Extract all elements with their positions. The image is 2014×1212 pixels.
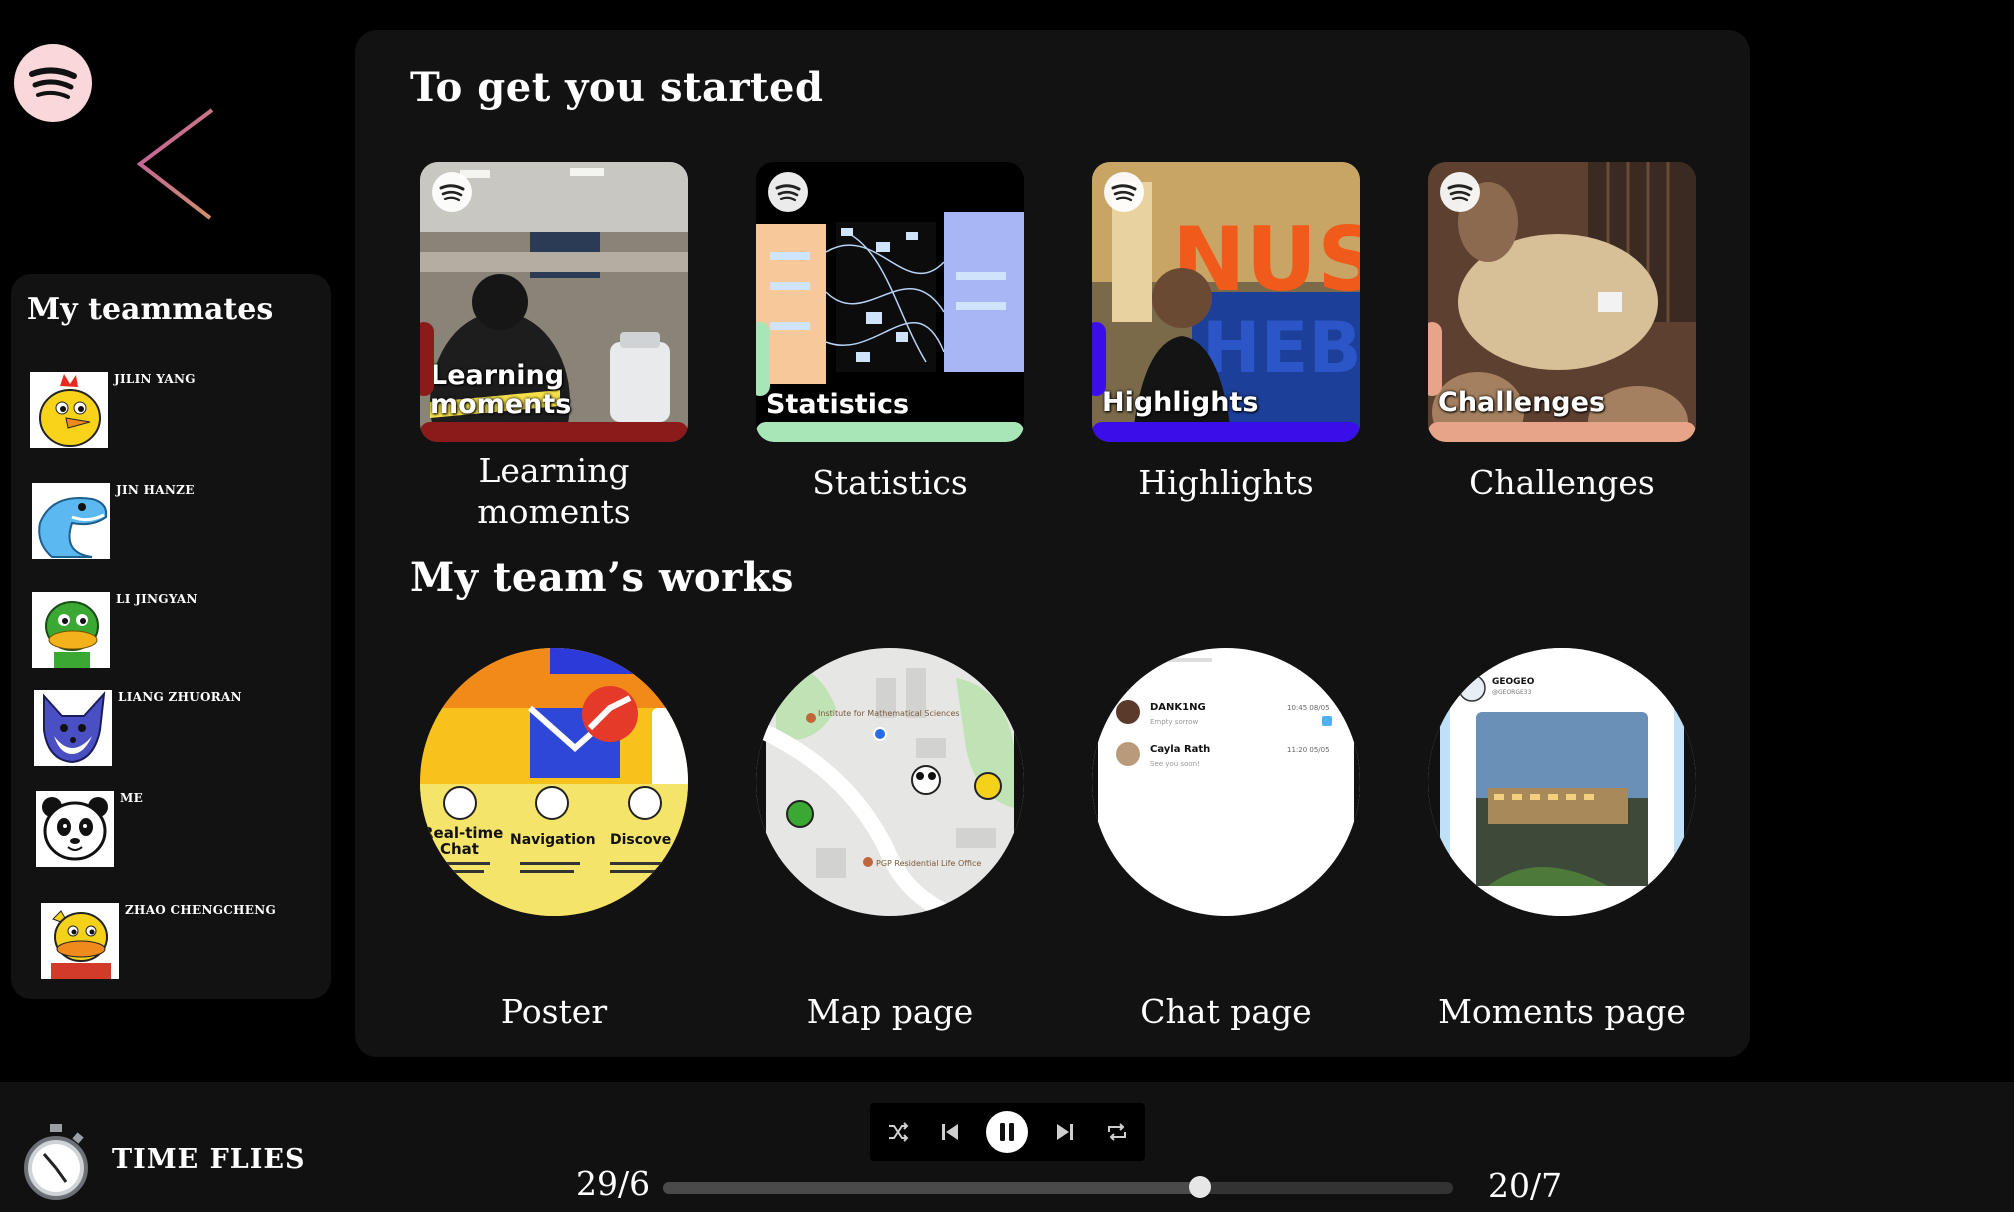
progress-fill — [663, 1182, 1201, 1194]
teammates-panel: My teammates JILIN YANG JIN HANZE LI JIN… — [11, 274, 331, 999]
card-learning-moments[interactable]: Learning moments — [420, 162, 688, 442]
previous-icon — [942, 1124, 958, 1140]
work-caption: Map page — [806, 992, 974, 1031]
progress-track[interactable] — [663, 1176, 1453, 1198]
stopwatch-icon — [22, 1124, 90, 1200]
section-title-team-works: My team’s works — [410, 554, 794, 601]
card-accent-bar — [1092, 422, 1360, 442]
moments-thumbnail: GEOGEO @GEORGE33 — [1428, 648, 1696, 916]
spotify-icon — [432, 172, 472, 212]
card-caption: Highlights — [1138, 463, 1314, 502]
map-label-institute: Institute for Mathematical Sciences — [818, 709, 960, 718]
card-caption: Statistics — [812, 463, 968, 502]
next-button[interactable] — [1045, 1103, 1085, 1161]
card-challenges[interactable]: Challenges — [1428, 162, 1696, 442]
section-title-get-started: To get you started — [410, 64, 824, 111]
chat-user-1: DANK1NG — [1150, 702, 1206, 713]
spotify-icon — [768, 172, 808, 212]
spotify-logo[interactable] — [14, 44, 92, 122]
teammate-name: JILIN YANG — [114, 372, 196, 386]
duck-avatar — [32, 592, 110, 668]
teammate-name: JIN HANZE — [116, 483, 195, 497]
dolphin-avatar — [32, 483, 110, 559]
next-icon — [1057, 1124, 1073, 1140]
card-accent-bar — [420, 422, 688, 442]
spotify-icon — [1104, 172, 1144, 212]
work-caption: Poster — [500, 992, 608, 1031]
card-accent-tab — [1428, 322, 1442, 396]
card-accent-bar — [756, 422, 1024, 442]
player-title: TIME FLIES — [112, 1144, 306, 1175]
playback-controls — [870, 1103, 1145, 1161]
progress-start-label: 29/6 — [576, 1164, 651, 1203]
card-highlights[interactable]: NUS HEB Highlights — [1092, 162, 1360, 442]
card-overlay-label: Highlights — [1102, 387, 1259, 419]
shuffle-icon — [889, 1122, 909, 1142]
chat-msg-1: Empty sorrow — [1150, 718, 1198, 726]
card-overlay-label: Challenges — [1438, 387, 1606, 419]
card-statistics[interactable]: Statistics — [756, 162, 1024, 442]
previous-button[interactable] — [930, 1103, 970, 1161]
teammate-name: LI JINGYAN — [116, 592, 198, 606]
card-overlay-label: Statistics — [766, 389, 910, 421]
chat-user-2: Cayla Rath — [1150, 744, 1210, 755]
repeat-icon — [1108, 1123, 1126, 1141]
card-accent-bar — [1428, 422, 1696, 442]
progress-knob[interactable] — [1189, 1176, 1212, 1198]
teammate-name: ME — [120, 791, 144, 805]
chat-thumbnail: DANK1NG Empty sorrow 10:45 08/05 Cayla R… — [1092, 648, 1360, 916]
fox-avatar — [34, 690, 112, 766]
poster-text-discover: Discove — [610, 832, 671, 848]
spotify-icon — [1440, 172, 1480, 212]
card-caption: Learning moments — [477, 451, 631, 532]
svg-text:HEB: HEB — [1202, 307, 1360, 389]
pause-button[interactable] — [982, 1103, 1032, 1161]
poster-text-chat: Chat — [440, 840, 479, 858]
card-overlay-label: Learning moments — [430, 359, 572, 421]
card-accent-tab — [1092, 322, 1106, 396]
map-thumbnail: Institute for Mathematical Sciences PGP … — [756, 648, 1024, 916]
work-chat-page[interactable]: DANK1NG Empty sorrow 10:45 08/05 Cayla R… — [1092, 648, 1360, 916]
chat-time-2: 11:20 05/05 — [1287, 746, 1330, 754]
shuffle-button[interactable] — [878, 1103, 918, 1161]
back-button[interactable] — [130, 104, 220, 224]
teammates-title: My teammates — [27, 292, 274, 327]
repeat-button[interactable] — [1096, 1103, 1138, 1161]
poster-thumbnail: Real-time Chat Navigation Discove — [420, 648, 688, 916]
teammate-name: LIANG ZHUORAN — [118, 690, 242, 704]
moments-handle: @GEORGE33 — [1492, 689, 1532, 696]
work-poster[interactable]: Real-time Chat Navigation Discove — [420, 648, 688, 916]
progress-end-label: 20/7 — [1488, 1166, 1563, 1205]
teammate-name: ZHAO CHENGCHENG — [125, 903, 277, 917]
player-bar: TIME FLIES 29/6 20/7 — [0, 1082, 2014, 1212]
map-label-pgp: PGP Residential Life Office — [876, 859, 981, 868]
work-moments-page[interactable]: GEOGEO @GEORGE33 — [1428, 648, 1696, 916]
panda-avatar — [36, 791, 114, 867]
card-caption: Challenges — [1469, 463, 1655, 502]
pause-icon — [986, 1111, 1028, 1153]
card-accent-tab — [756, 322, 770, 396]
card-accent-tab — [420, 322, 434, 396]
chevron-left-icon — [136, 108, 214, 220]
work-caption: Moments page — [1438, 992, 1686, 1031]
work-caption: Chat page — [1140, 992, 1312, 1031]
moments-user: GEOGEO — [1492, 677, 1535, 687]
poster-text-navigation: Navigation — [510, 832, 596, 848]
work-map-page[interactable]: Institute for Mathematical Sciences PGP … — [756, 648, 1024, 916]
chick-avatar — [30, 372, 108, 448]
yellow-duck-avatar — [41, 903, 119, 979]
spotify-icon — [29, 67, 77, 99]
chat-time-1: 10:45 08/05 — [1287, 704, 1330, 712]
main-panel: To get you started Learning moments Lear… — [355, 30, 1750, 1057]
chat-msg-2: See you soon! — [1150, 760, 1200, 768]
